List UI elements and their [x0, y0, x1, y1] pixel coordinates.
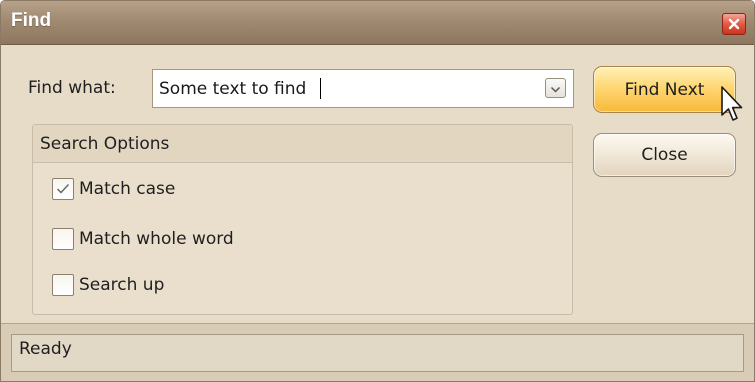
- search-up-checkbox[interactable]: [52, 274, 74, 296]
- status-text: Ready: [19, 339, 72, 359]
- close-icon: [728, 15, 740, 34]
- title-bar[interactable]: Find: [1, 1, 754, 45]
- close-button[interactable]: Close: [593, 133, 736, 177]
- match-whole-word-option[interactable]: Match whole word: [52, 226, 234, 252]
- find-what-label: Find what:: [28, 78, 116, 98]
- search-options-title: Search Options: [40, 134, 170, 154]
- search-up-option[interactable]: Search up: [52, 272, 164, 298]
- window-close-button[interactable]: [722, 13, 746, 35]
- find-what-input[interactable]: [153, 70, 539, 107]
- find-dialog: Find Find what: Find Next Close: [0, 0, 755, 382]
- match-case-label: Match case: [79, 179, 176, 199]
- text-caret: [320, 78, 321, 99]
- search-up-label: Search up: [79, 275, 165, 295]
- mouse-cursor-icon: [720, 85, 746, 127]
- find-next-button[interactable]: Find Next: [593, 66, 736, 113]
- match-whole-word-label: Match whole word: [79, 229, 234, 249]
- match-whole-word-checkbox[interactable]: [52, 228, 74, 250]
- find-what-dropdown-button[interactable]: [545, 78, 566, 98]
- match-case-checkbox[interactable]: [52, 178, 74, 200]
- chevron-down-icon: [550, 79, 561, 98]
- match-case-option[interactable]: Match case: [52, 176, 175, 202]
- search-options-group: Search Options Match case Match whole wo…: [32, 124, 573, 315]
- search-options-header: Search Options: [33, 125, 572, 163]
- find-next-label: Find Next: [624, 79, 705, 100]
- check-icon: [56, 180, 70, 199]
- status-panel: [11, 334, 744, 372]
- status-bar: [1, 323, 754, 381]
- close-button-label: Close: [641, 145, 688, 165]
- find-what-combobox[interactable]: [152, 69, 574, 108]
- window-title: Find: [11, 10, 52, 31]
